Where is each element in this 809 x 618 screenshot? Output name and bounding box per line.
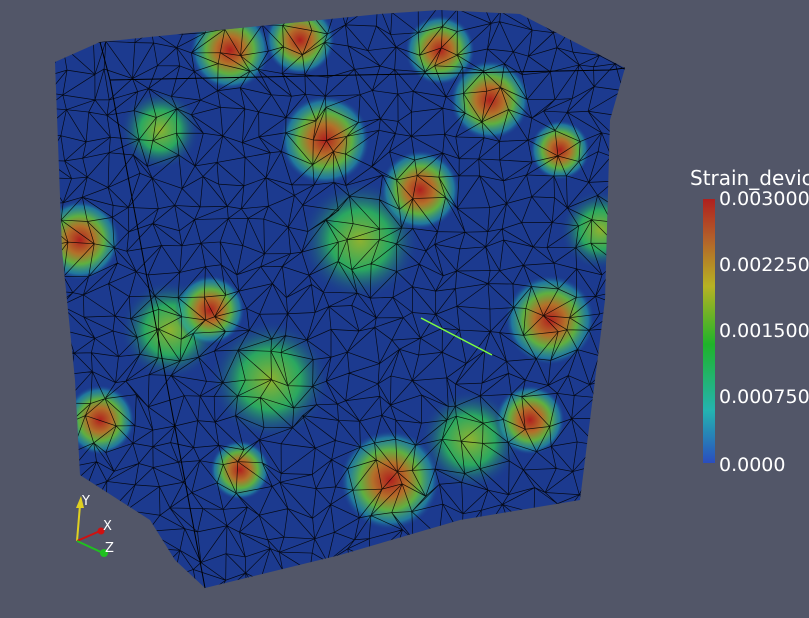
- mesh-block: [55, 10, 625, 588]
- axis-y-label: Y: [82, 494, 90, 509]
- legend-title: Strain_devic: [690, 166, 809, 190]
- legend-tick: 0.001500: [719, 320, 809, 342]
- legend-tick: 0.003000: [719, 188, 809, 210]
- render-viewport[interactable]: [0, 0, 809, 618]
- legend-tick: 0.000750: [719, 386, 809, 408]
- legend-tick: 0.0000: [719, 454, 786, 476]
- color-legend-bar[interactable]: [703, 199, 715, 463]
- legend-tick: 0.002250: [719, 254, 809, 276]
- axis-x-label: X: [103, 519, 112, 534]
- axis-z-label: Z: [105, 541, 114, 556]
